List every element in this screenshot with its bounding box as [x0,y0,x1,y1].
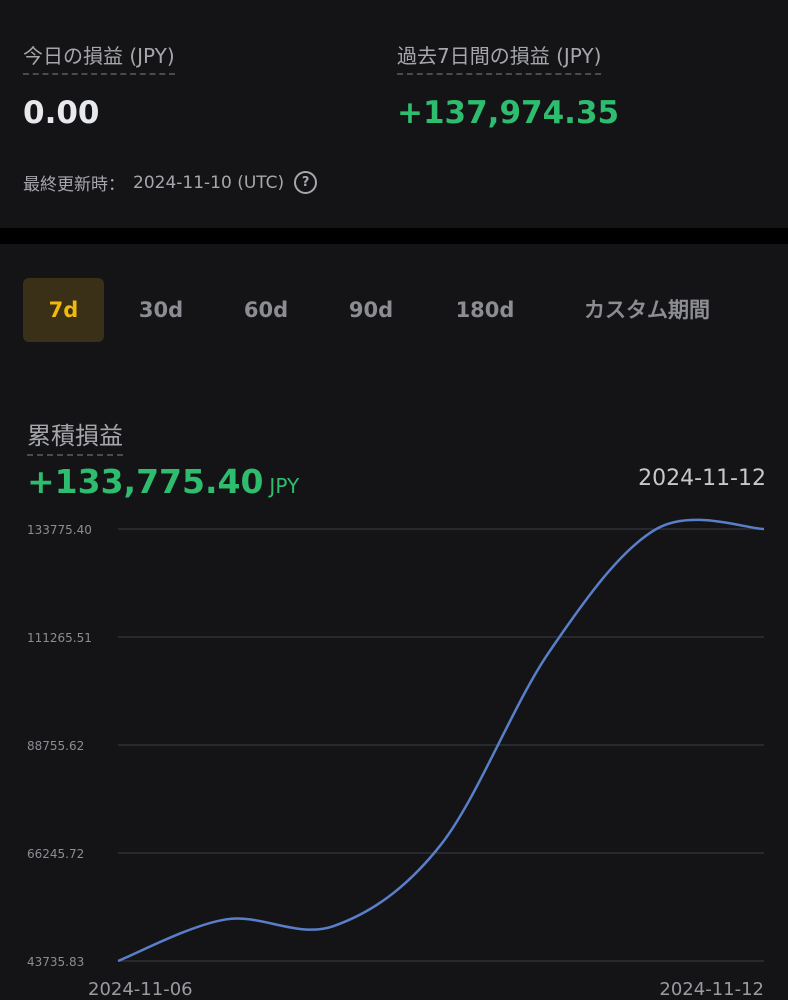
tab-180d[interactable]: 180d [443,278,527,342]
week-pnl-value: +137,974.35 [397,95,620,131]
today-pnl-label[interactable]: 今日の損益 (JPY) [23,40,175,75]
help-icon[interactable]: ? [294,171,318,194]
pnl-summary: 今日の損益 (JPY) 0.00 過去7日間の損益 (JPY) +137,974… [0,0,788,228]
section-divider [0,228,788,244]
cumulative-pnl-value: +133,775.40 [27,462,264,501]
chart-section: 7d 30d 60d 90d 180d カスタム期間 累積損益 +133,775… [0,244,788,1000]
cumulative-pnl: +133,775.40 JPY [27,462,299,501]
week-pnl-label[interactable]: 過去7日間の損益 (JPY) [397,40,602,75]
tab-30d[interactable]: 30d [124,278,198,342]
tab-7d[interactable]: 7d [23,278,104,342]
cumulative-pnl-currency: JPY [269,474,300,498]
tab-60d[interactable]: 60d [229,278,303,342]
tab-90d[interactable]: 90d [334,278,408,342]
cursor-date: 2024-11-12 [638,466,766,491]
last-updated-value: 2024-11-10 (UTC) [133,172,285,193]
last-updated-label: 最終更新時： [23,175,125,195]
last-updated: 最終更新時： 2024-11-10 (UTC) ? [23,170,318,195]
tab-custom-period[interactable]: カスタム期間 [566,278,728,342]
cumulative-pnl-label[interactable]: 累積損益 [27,416,123,456]
today-pnl-value: 0.00 [23,95,100,131]
